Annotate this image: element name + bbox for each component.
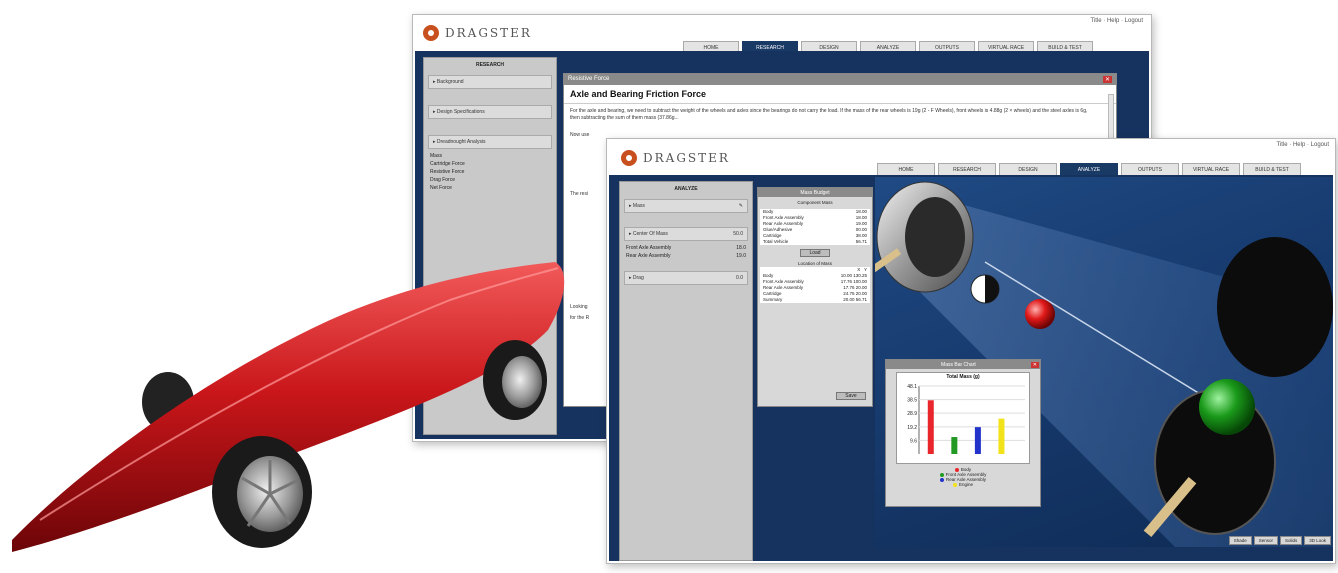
y-tick-label: 19.2	[907, 425, 917, 431]
row-x: 24.75	[843, 291, 855, 296]
row-y: 130.25	[853, 273, 867, 278]
shade-button[interactable]: Shade	[1228, 536, 1252, 545]
row-label: Summary	[763, 297, 783, 302]
table-row: Total Vehicle 56.71	[760, 239, 870, 245]
sensor-button[interactable]: Sensor	[1253, 536, 1278, 545]
col-y: Y	[863, 267, 867, 272]
panel-title-bar: Resistive Force ✕	[564, 74, 1116, 85]
bar-front-axle-assembly	[951, 437, 958, 454]
row-y: 56.71	[855, 297, 867, 302]
doc-heading: Axle and Bearing Friction Force	[564, 85, 1116, 104]
y-tick-label: 9.6	[910, 438, 917, 444]
y-tick-label: 28.9	[907, 411, 917, 417]
section-value: 0.0	[736, 275, 743, 281]
close-icon[interactable]: ✕	[1102, 76, 1112, 83]
3d-look-button[interactable]: 3D Look	[1304, 536, 1331, 545]
header-text: Location of Mass	[797, 261, 833, 266]
view-toolbar: Shade Sensor Solids 3D Look	[1228, 536, 1331, 545]
legend-label: Engine	[958, 482, 973, 487]
mass-budget-panel: Mass Budget Component Mass Body 18.00 Fro…	[757, 187, 873, 407]
row-y: 20.00	[855, 291, 867, 296]
bar-rear-axle-assembly	[974, 427, 981, 454]
location-rows: X Y Body 10.00 130.25 Front Axle Assembly…	[760, 267, 870, 303]
chart-frame: Total Mass (g) 48.1 38.5 28.9 19.2 9.6	[896, 372, 1030, 464]
section-value: 50.0	[733, 231, 743, 237]
legend-dot	[954, 467, 959, 472]
header-text: Component Mass	[797, 200, 833, 205]
logo-text: DRAGSTER	[643, 151, 730, 165]
y-tick-label: 48.1	[907, 384, 917, 390]
sidebar-title: ANALYZE	[674, 186, 698, 192]
component-rows: Body 18.00 Front Axle Assembly 18.00 Rear …	[760, 209, 870, 245]
doc-paragraph: For the axle and bearing, we need to sub…	[570, 108, 1088, 121]
bar-body	[927, 400, 934, 454]
legend-item: Engine	[886, 482, 1040, 487]
rear-wheel-left-hub	[905, 197, 965, 277]
red-mass-ball	[1025, 299, 1055, 329]
close-icon[interactable]: ✕	[1030, 362, 1039, 368]
row-label: Total Vehicle	[763, 239, 789, 244]
sidebar-item-front-axle[interactable]: Front Axle Assembly 18.0	[620, 244, 752, 252]
bar-engine	[998, 418, 1005, 454]
analyze-sidebar: ANALYZE ▸ Mass ✎ ▸ Center Of Mass 50.0 F…	[619, 181, 753, 561]
row-value: 56.71	[855, 239, 867, 244]
section-label: Center Of Mass	[632, 231, 668, 237]
col-x: X	[857, 267, 861, 272]
sidebar-section-drag[interactable]: ▸ Drag 0.0	[624, 271, 748, 285]
solids-button[interactable]: Solids	[1279, 536, 1303, 545]
item-label: Rear Axle Assembly	[626, 253, 671, 259]
green-mass-ball	[1199, 379, 1255, 435]
top-links[interactable]: Title · Help · Logout	[1091, 18, 1143, 24]
row-y: 20.00	[855, 285, 867, 290]
chart-legend: Body Front Axle Assembly Rear Axle Assem…	[886, 467, 1040, 487]
load-button[interactable]: Load	[800, 249, 830, 257]
edit-icon[interactable]: ✎	[739, 203, 743, 209]
dragster-car-illustration	[12, 262, 565, 552]
rear-right-rim	[502, 356, 542, 408]
legend-dot	[939, 477, 944, 482]
3d-viewport[interactable]: Mass Bar Chart ✕ Total Mass (g) 48.1 38.5…	[875, 177, 1333, 547]
section-label: Mass	[632, 203, 645, 209]
item-value: 18.0	[736, 245, 746, 251]
top-links[interactable]: Title · Help · Logout	[1277, 142, 1329, 148]
table-row: Summary 20.00 56.71	[760, 297, 870, 303]
row-x: 17.76	[840, 279, 852, 284]
mass-budget-title: Mass Budget	[758, 188, 872, 197]
legend-dot	[939, 472, 944, 477]
chart-popup-title: Mass Bar Chart	[941, 362, 976, 368]
chart-popup-title-bar: Mass Bar Chart ✕	[886, 360, 1040, 369]
mass-bar-chart-popup[interactable]: Mass Bar Chart ✕ Total Mass (g) 48.1 38.5…	[885, 359, 1041, 507]
front-wheel-right	[1217, 237, 1333, 377]
dragster-logo-icon	[621, 150, 637, 166]
component-header: Component Mass	[758, 200, 872, 206]
row-x: 20.00	[843, 297, 855, 302]
row-x: 10.00	[840, 273, 852, 278]
sidebar-section-mass[interactable]: ▸ Mass ✎	[624, 199, 748, 213]
section-label: Drag	[632, 275, 644, 281]
chart-title: Total Mass (g)	[946, 374, 980, 380]
bar-chart-svg: 48.1 38.5 28.9 19.2 9.6	[907, 384, 1025, 454]
front-window: DRAGSTER Title · Help · Logout HOME RESE…	[606, 138, 1336, 564]
y-tick-label: 38.5	[907, 398, 917, 404]
sidebar-item-rear-axle[interactable]: Rear Axle Assembly 19.0	[620, 252, 752, 260]
row-x: 17.76	[843, 285, 855, 290]
item-label: Front Axle Assembly	[626, 245, 672, 251]
front-logo: DRAGSTER	[621, 150, 730, 166]
item-value: 19.0	[736, 253, 746, 259]
legend-dot	[952, 482, 957, 487]
row-y: 100.00	[853, 279, 867, 284]
save-button[interactable]: Save	[836, 392, 866, 400]
sidebar-section-center-of-mass[interactable]: ▸ Center Of Mass 50.0	[624, 227, 748, 241]
